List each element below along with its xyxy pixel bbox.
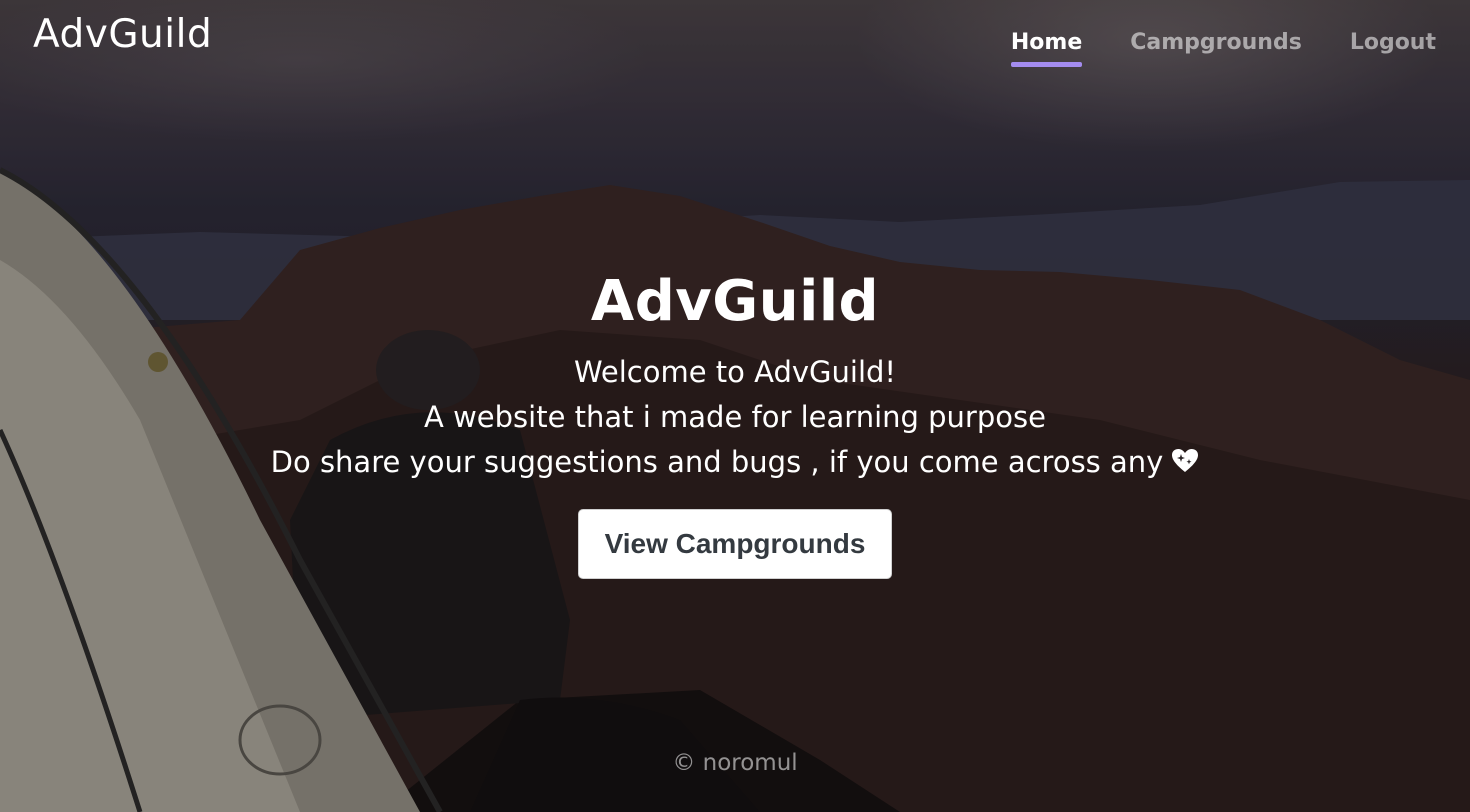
sparkling-heart-icon xyxy=(1171,442,1199,487)
nav-logout-link[interactable]: Logout xyxy=(1350,30,1436,67)
nav-home-link[interactable]: Home xyxy=(1010,30,1083,67)
hero-description-text: A website that i made for learning purpo… xyxy=(424,400,1046,434)
brand-logo-text[interactable]: AdvGuild xyxy=(33,12,212,57)
view-campgrounds-button[interactable]: View Campgrounds xyxy=(577,509,893,579)
hero-suggestion-text: Do share your suggestions and bugs , if … xyxy=(270,445,1164,479)
nav-campgrounds-link[interactable]: Campgrounds xyxy=(1130,30,1302,67)
hero-title: AdvGuild xyxy=(590,269,880,334)
hero-welcome-text: Welcome to AdvGuild! xyxy=(573,355,897,389)
main-nav: Home Campgrounds Logout xyxy=(1010,30,1436,67)
hero-section: AdvGuild Welcome to AdvGuild! A website … xyxy=(0,268,1470,579)
hero-suggestion-line: Do share your suggestions and bugs , if … xyxy=(0,440,1470,487)
top-navbar: AdvGuild Home Campgrounds Logout xyxy=(0,0,1470,80)
footer-copyright: © noromul xyxy=(672,750,798,776)
